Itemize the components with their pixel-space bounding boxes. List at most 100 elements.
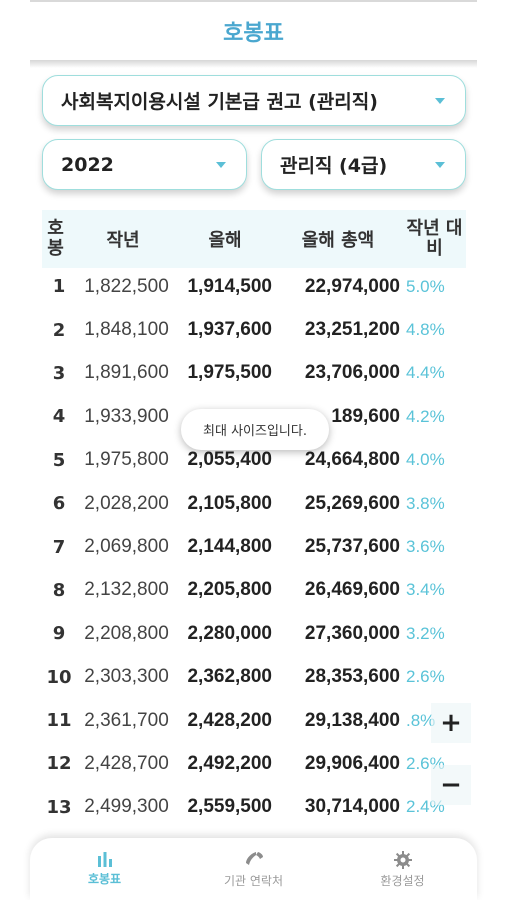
year-dropdown-value: 2022	[61, 153, 114, 176]
table-row: 12 2,428,700 2,492,200 29,906,400 2.6%	[42, 742, 466, 785]
table-row: 13 2,499,300 2,559,500 30,714,000 2.4%	[42, 786, 466, 829]
year-dropdown[interactable]: 2022	[42, 139, 247, 190]
table-row: 10 2,303,300 2,362,800 28,353,600 2.6%	[42, 656, 466, 699]
step-cell: 7	[52, 536, 66, 558]
zoom-out-button[interactable]: −	[431, 765, 471, 805]
prev-year-cell: 2,361,700	[84, 709, 169, 731]
prev-year-cell: 1,933,900	[84, 405, 169, 427]
bottom-navigation: 호봉표 기관 연락처 환경설정	[30, 838, 477, 900]
current-year-cell: 2,280,000	[187, 622, 272, 644]
current-year-cell: 2,144,800	[187, 536, 272, 558]
step-cell: 1	[52, 276, 66, 298]
table-row: 8 2,132,800 2,205,800 26,469,600 3.4%	[42, 569, 466, 612]
table-row: 3 1,891,600 1,975,500 23,706,000 4.4%	[42, 352, 466, 395]
rate-cell: 3.8%	[406, 493, 445, 513]
zoom-in-button[interactable]: +	[431, 703, 471, 743]
prev-year-cell: 2,069,800	[84, 536, 169, 558]
rate-cell: 4.8%	[406, 320, 445, 340]
rate-cell: 5.0%	[406, 276, 445, 296]
step-cell: 12	[46, 753, 72, 775]
header-step: 호봉	[47, 218, 64, 259]
table-row: 7 2,069,800 2,144,800 25,737,600 3.6%	[42, 525, 466, 568]
nav-item-contacts[interactable]: 기관 연락처	[179, 838, 328, 900]
rate-cell: 3.2%	[406, 623, 445, 643]
current-total-cell: 23,251,200	[304, 319, 400, 341]
nav-label-settings: 환경설정	[380, 874, 425, 888]
rank-dropdown[interactable]: 관리직 (4급)	[261, 139, 466, 190]
current-total-cell: 25,269,600	[304, 492, 400, 514]
table-row: 11 2,361,700 2,428,200 29,138,400.8%	[42, 699, 466, 742]
caret-down-icon	[216, 161, 226, 168]
facility-dropdown-value: 사회복지이용시설 기본급 권고 (관리직)	[61, 91, 378, 113]
step-cell: 3	[52, 362, 66, 384]
current-total-cell: 22,974,000	[304, 275, 400, 297]
caret-down-icon	[435, 161, 445, 168]
current-year-cell: 2,559,500	[187, 796, 272, 818]
table-row: 1 1,822,500 1,914,500 22,974,000 5.0%	[42, 265, 466, 308]
prev-year-cell: 1,975,800	[84, 449, 169, 471]
current-year-cell: 2,105,800	[187, 492, 272, 514]
prev-year-cell: 1,822,500	[84, 275, 169, 297]
current-total-cell: 23,706,000	[304, 362, 400, 384]
rate-cell: 4.2%	[406, 406, 445, 426]
page-title: 호봉표	[223, 21, 284, 46]
phone-icon	[245, 852, 263, 865]
title-shadow	[30, 60, 477, 68]
current-total-cell: 25,737,600	[304, 536, 400, 558]
current-total-cell: 29,906,400	[304, 752, 400, 774]
nav-label-salary-table: 호봉표	[87, 872, 122, 886]
table-row: 6 2,028,200 2,105,800 25,269,600 3.8%	[42, 482, 466, 525]
prev-year-cell: 2,208,800	[84, 622, 169, 644]
current-total-cell: 27,360,000	[304, 622, 400, 644]
prev-year-cell: 1,891,600	[84, 362, 169, 384]
step-cell: 9	[52, 623, 66, 645]
header-current-year: 올해	[208, 230, 242, 251]
nav-item-settings[interactable]: 환경설정	[328, 838, 477, 900]
current-year-cell: 2,428,200	[187, 709, 272, 731]
rate-cell: 4.0%	[406, 450, 445, 470]
prev-year-cell: 2,303,300	[84, 666, 169, 688]
facility-dropdown[interactable]: 사회복지이용시설 기본급 권고 (관리직)	[42, 75, 466, 126]
current-total-cell: 26,469,600	[304, 579, 400, 601]
prev-year-cell: 2,132,800	[84, 579, 169, 601]
nav-label-contacts: 기관 연락처	[223, 874, 283, 888]
prev-year-cell: 2,428,700	[84, 752, 169, 774]
header-rate: 작년 대비	[406, 218, 463, 259]
current-year-cell: 1,975,500	[187, 362, 272, 384]
table-row: 2 1,848,100 1,937,600 23,251,200 4.8%	[42, 308, 466, 351]
rate-cell: 3.6%	[406, 537, 445, 557]
current-year-cell: 2,055,400	[187, 449, 272, 471]
caret-down-icon	[435, 97, 445, 104]
table-row: 9 2,208,800 2,280,000 27,360,000 3.2%	[42, 612, 466, 655]
current-total-cell: 30,714,000	[304, 796, 400, 818]
current-total-cell: 29,138,400	[304, 709, 400, 731]
bar-chart-icon	[97, 852, 112, 867]
current-year-cell: 2,362,800	[187, 666, 272, 688]
header-prev-year: 작년	[106, 230, 140, 251]
current-year-cell: 1,914,500	[187, 275, 272, 297]
prev-year-cell: 2,499,300	[84, 796, 169, 818]
step-cell: 4	[52, 406, 66, 428]
current-year-cell: 2,492,200	[187, 752, 272, 774]
rank-dropdown-value: 관리직 (4급)	[280, 155, 388, 177]
step-cell: 8	[52, 579, 66, 601]
gear-icon	[393, 851, 412, 869]
current-total-cell: 28,353,600	[304, 666, 400, 688]
table-header: 호봉 작년 올해 올해 총액 작년 대비	[42, 210, 466, 268]
nav-item-salary-table[interactable]: 호봉표	[30, 838, 179, 900]
prev-year-cell: 1,848,100	[84, 319, 169, 341]
header-current-total: 올해 총액	[301, 230, 375, 251]
salary-table-body[interactable]: 1 1,822,500 1,914,500 22,974,000 5.0% 2 1,848,…	[42, 265, 466, 829]
current-total-cell: 24,664,800	[304, 449, 400, 471]
rate-cell: 3.4%	[406, 580, 445, 600]
current-year-cell: 1,937,600	[187, 319, 272, 341]
current-year-cell: 2,205,800	[187, 579, 272, 601]
step-cell: 5	[52, 449, 66, 471]
app-screen: 호봉표 사회복지이용시설 기본급 권고 (관리직) 2022 관리직 (4급) …	[30, 0, 477, 900]
step-cell: 10	[46, 666, 72, 688]
rate-cell: 4.4%	[406, 363, 445, 383]
step-cell: 6	[52, 493, 66, 515]
prev-year-cell: 2,028,200	[84, 492, 169, 514]
step-cell: 2	[52, 319, 66, 341]
step-cell: 13	[46, 796, 72, 818]
